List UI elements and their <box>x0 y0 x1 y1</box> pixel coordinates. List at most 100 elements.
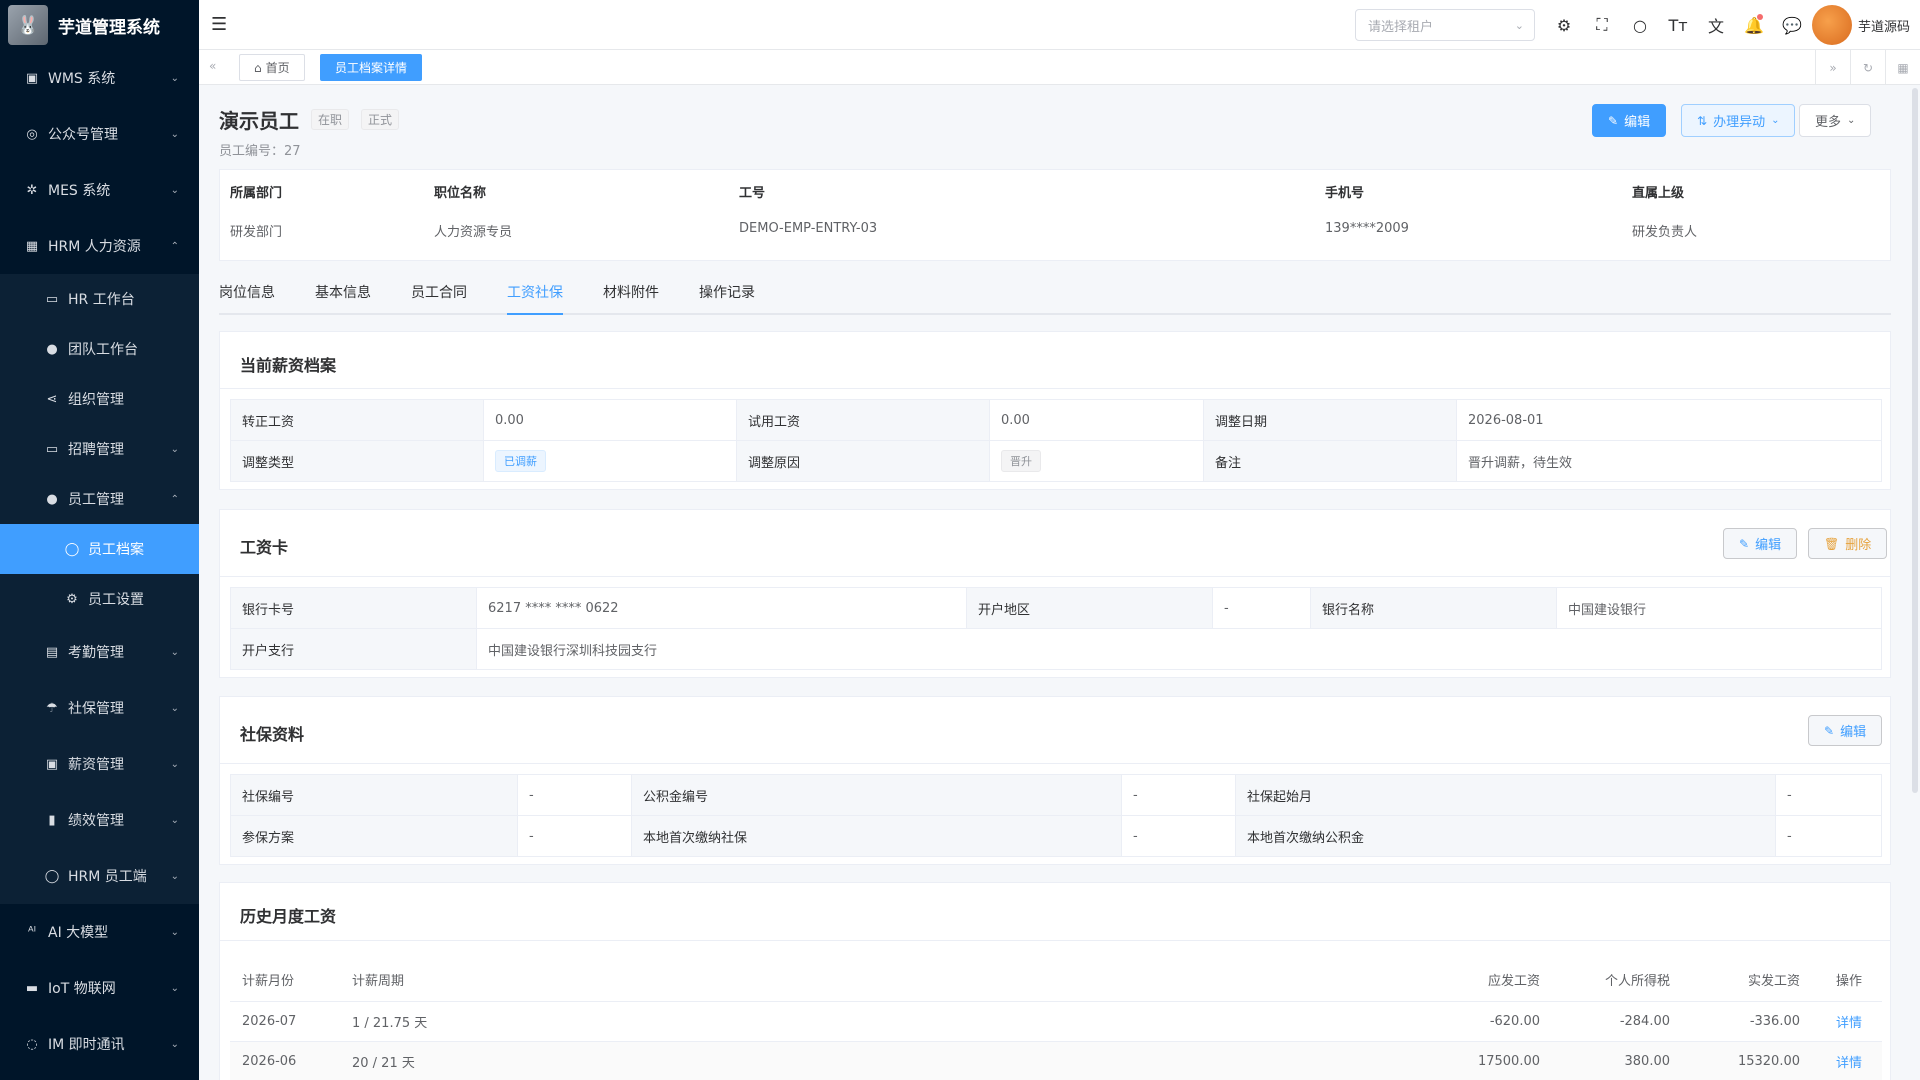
salary-table: 转正工资 0.00 试用工资 0.00 调整日期 2026-08-01 调整类型… <box>230 399 1882 482</box>
message-icon[interactable]: 💬 <box>1773 16 1811 35</box>
edit-icon: ✎ <box>1608 113 1619 128</box>
bell-icon[interactable]: 🔔 <box>1735 13 1773 35</box>
phone-value: 139****2009 <box>1325 221 1409 236</box>
user-icon: ● <box>46 341 58 357</box>
sidebar-item-recruit[interactable]: ▭ 招聘管理 ⌄ <box>0 424 199 474</box>
sidebar-item-ai[interactable]: ᴬᴵ AI 大模型 ⌄ <box>0 904 199 960</box>
history-card-title: 历史月度工资 <box>240 907 337 926</box>
leader-value: 研发负责人 <box>1632 225 1698 240</box>
search-icon[interactable]: ○ <box>1621 16 1659 35</box>
status-badge: 在职 <box>311 109 350 130</box>
sidebar-item-performance[interactable]: ▮ 绩效管理 ⌄ <box>0 792 199 848</box>
grid-icon[interactable]: ▦ <box>1885 50 1920 85</box>
sidebar-item-employee[interactable]: ● 员工管理 ⌃ <box>0 474 199 524</box>
edit-button[interactable]: ✎ 编辑 <box>1592 104 1667 137</box>
edit-icon: ✎ <box>1739 536 1750 551</box>
transfer-icon: ⇅ <box>1697 113 1708 128</box>
bank-name: 中国建设银行 <box>1556 587 1882 629</box>
tab-logs[interactable]: 操作记录 <box>699 277 755 315</box>
chevron-down-icon: ⌄ <box>170 870 179 882</box>
sidebar-item-hrm[interactable]: ▦ HRM 人力资源 ⌃ <box>0 218 199 274</box>
building-icon: ▦ <box>25 238 39 254</box>
code-value: DEMO-EMP-ENTRY-03 <box>739 221 878 236</box>
chat-icon: ◌ <box>26 1036 38 1052</box>
chevron-up-icon: ⌃ <box>170 240 179 252</box>
chevron-down-icon: ⌄ <box>1514 18 1524 32</box>
bank-card-title: 工资卡 <box>240 538 289 557</box>
history-card: 历史月度工资 计薪月份 计薪周期 应发工资 个人所得税 实发工资 操作 2026… <box>219 882 1891 1080</box>
detail-link[interactable]: 详情 <box>1836 1056 1862 1071</box>
font-size-icon[interactable]: Tт <box>1659 16 1697 35</box>
sidebar-item-im[interactable]: ◌ IM 即时通讯 ⌄ <box>0 1016 199 1072</box>
sidebar-item-mp[interactable]: ◎ 公众号管理 ⌄ <box>0 106 199 162</box>
chevron-down-icon: ⌄ <box>170 646 179 658</box>
sidebar-item-hr-workbench[interactable]: ▭ HR 工作台 <box>0 274 199 324</box>
sidebar-item-wms[interactable]: ▣ WMS 系统 ⌄ <box>0 50 199 106</box>
header: ☰ 请选择租户 ⌄ ⚙ ⛶ ○ Tт 文 🔔 💬 芋道源码 <box>199 0 1920 50</box>
sidebar-item-org[interactable]: ⋖ 组织管理 <box>0 374 199 424</box>
bank-card-number: 6217 **** **** 0622 <box>476 587 967 629</box>
fullscreen-icon[interactable]: ⛶ <box>1583 15 1621 35</box>
tab-basic[interactable]: 基本信息 <box>315 277 371 315</box>
tenant-select[interactable]: 请选择租户 ⌄ <box>1355 9 1535 41</box>
bank-card: 工资卡 ✎ 编辑 🗑 删除 银行卡号 6217 **** **** 0622 开户地… <box>219 509 1891 678</box>
translate-icon[interactable]: 文 <box>1697 13 1735 37</box>
chevron-down-icon: ⌄ <box>1771 115 1780 126</box>
scrollbar[interactable] <box>1912 88 1918 793</box>
sidebar-item-employee-settings[interactable]: ⚙ 员工设置 <box>0 574 199 624</box>
chevron-down-icon: ⌄ <box>170 758 179 770</box>
settings-icon[interactable]: ⚙ <box>1545 16 1583 35</box>
table-row: 2026-06 20 / 21 天 17500.00 380.00 15320.… <box>230 1041 1882 1080</box>
gear-icon: ⚙ <box>66 591 78 607</box>
chevron-down-icon: ⌄ <box>170 443 179 455</box>
chevron-up-icon: ⌃ <box>170 493 179 505</box>
trial-salary: 0.00 <box>989 399 1204 441</box>
sidebar-item-team-workbench[interactable]: ● 团队工作台 <box>0 324 199 374</box>
avatar <box>1811 5 1852 45</box>
more-button[interactable]: 更多 ⌄ <box>1799 104 1872 137</box>
notification-dot <box>1757 13 1763 20</box>
employee-submenu: ◯ 员工档案 ⚙ 员工设置 <box>0 524 199 624</box>
sidebar-item-iot[interactable]: ▬ IoT 物联网 ⌄ <box>0 960 199 1016</box>
bank-table: 银行卡号 6217 **** **** 0622 开户地区 - 银行名称 中国建… <box>230 587 1882 670</box>
bank-edit-button[interactable]: ✎ 编辑 <box>1723 528 1798 559</box>
user-menu[interactable]: 芋道源码 <box>1811 5 1910 45</box>
menu-toggle-icon[interactable]: ☰ <box>211 14 227 35</box>
tag-home[interactable]: ⌂ 首页 <box>239 54 305 81</box>
salary-card-title: 当前薪资档案 <box>240 356 337 375</box>
sidebar-item-social[interactable]: ☂ 社保管理 ⌄ <box>0 680 199 736</box>
adjust-date: 2026-08-01 <box>1456 399 1882 441</box>
scroll-left-icon[interactable]: « <box>209 59 216 73</box>
sidebar-item-employee-archive[interactable]: ◯ 员工档案 <box>0 524 199 574</box>
home-icon: ⌂ <box>254 60 262 75</box>
tab-salary-social[interactable]: 工资社保 <box>507 277 563 315</box>
scroll-right-icon[interactable]: » <box>1815 50 1850 85</box>
social-edit-button[interactable]: ✎ 编辑 <box>1808 715 1883 746</box>
detail-link[interactable]: 详情 <box>1836 1016 1862 1031</box>
sidebar-item-mes[interactable]: ✲ MES 系统 ⌄ <box>0 162 199 218</box>
logo[interactable]: 🐰 芋道管理系统 <box>0 0 199 50</box>
umbrella-icon: ☂ <box>46 700 58 716</box>
refresh-icon[interactable]: ↻ <box>1850 50 1885 85</box>
bank-delete-button[interactable]: 🗑 删除 <box>1808 528 1888 559</box>
tab-contract[interactable]: 员工合同 <box>411 277 467 315</box>
tag-employee-detail[interactable]: 员工档案详情 <box>320 54 423 81</box>
chevron-down-icon: ⌄ <box>170 702 179 714</box>
insurance-plan: - <box>517 815 632 857</box>
local-first-social: - <box>1121 815 1236 857</box>
sidebar-item-salary[interactable]: ▣ 薪资管理 ⌄ <box>0 736 199 792</box>
sidebar-item-hrm-employee[interactable]: ◯ HRM 员工端 ⌄ <box>0 848 199 904</box>
tab-position[interactable]: 岗位信息 <box>219 277 275 315</box>
dept-value: 研发部门 <box>230 225 283 240</box>
tab-attachments[interactable]: 材料附件 <box>603 277 659 315</box>
chevron-down-icon: ⌄ <box>170 128 179 140</box>
briefcase-icon: ▭ <box>45 441 59 457</box>
sidebar-item-attendance[interactable]: ▤ 考勤管理 ⌄ <box>0 624 199 680</box>
user-outline-icon: ◯ <box>44 868 60 884</box>
change-button[interactable]: ⇅ 办理异动 ⌄ <box>1681 104 1796 137</box>
local-first-fund: - <box>1775 815 1882 857</box>
sidebar: 🐰 芋道管理系统 ▣ WMS 系统 ⌄ ◎ 公众号管理 ⌄ ✲ MES 系统 ⌄ ▦ HRM … <box>0 0 199 1080</box>
chevron-down-icon: ⌄ <box>170 926 179 938</box>
ai-icon: ᴬᴵ <box>27 924 36 940</box>
history-table: 计薪月份 计薪周期 应发工资 个人所得税 实发工资 操作 2026-07 1 /… <box>230 959 1882 1080</box>
